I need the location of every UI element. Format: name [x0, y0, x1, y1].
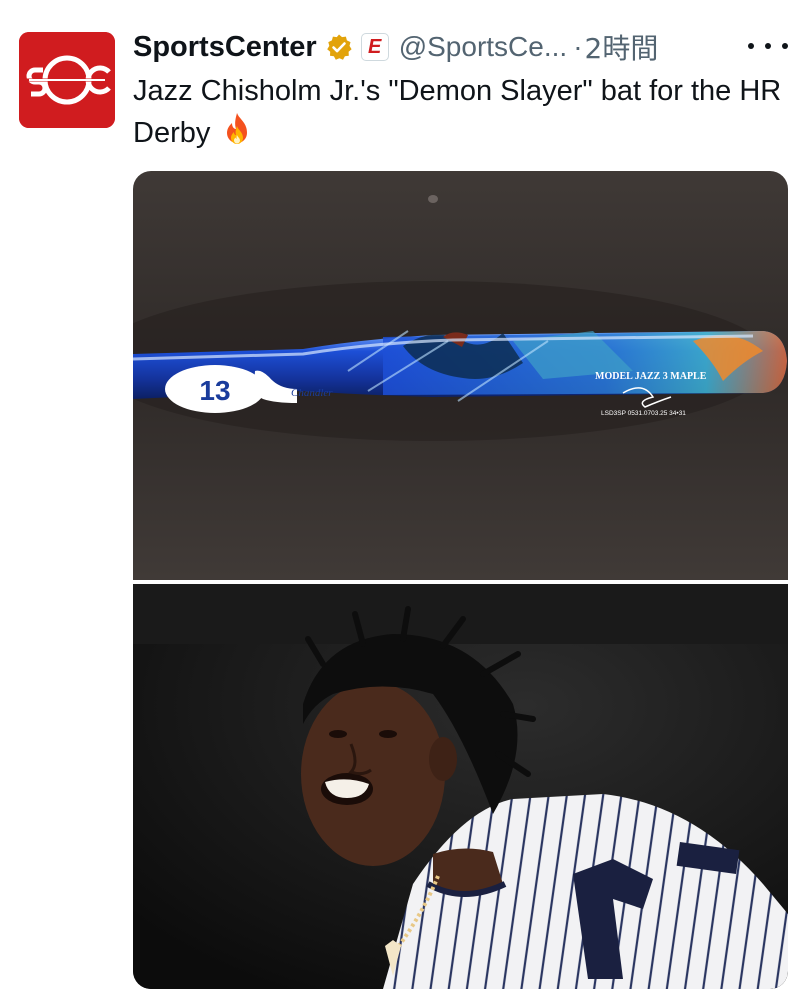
- bat-signature: Chandler: [291, 387, 333, 399]
- separator: ·: [573, 31, 583, 62]
- bat-number: 13: [199, 375, 230, 406]
- fire-icon: [227, 113, 248, 144]
- verified-badge-icon[interactable]: [325, 33, 353, 61]
- more-dot-icon: [765, 43, 771, 49]
- more-options-button[interactable]: [748, 32, 788, 60]
- bat-model: MODEL JAZZ 3 MAPLE: [595, 371, 707, 382]
- tweet-text: Jazz Chisholm Jr.'s "Demon Slayer" bat f…: [133, 70, 793, 154]
- account-handle[interactable]: @SportsCe...: [399, 31, 567, 63]
- tweet-header: SportsCenter E @SportsCe... · 2時間: [133, 28, 793, 66]
- sportscenter-logo-icon: [19, 32, 115, 128]
- affiliate-badge[interactable]: E: [360, 33, 389, 61]
- more-dot-icon: [782, 43, 788, 49]
- tweet-media[interactable]: 13 Chandler MODEL JAZZ 3 MAPLE LSD3SP 05…: [133, 171, 788, 989]
- tweet-card[interactable]: SportsCenter E @SportsCe... · 2時間 Jazz C…: [0, 0, 808, 1000]
- bat-code: LSD3SP 0531.0703.25 34•31: [601, 410, 686, 417]
- account-name[interactable]: SportsCenter: [133, 31, 317, 64]
- avatar[interactable]: [19, 32, 115, 128]
- bat-photo[interactable]: 13 Chandler MODEL JAZZ 3 MAPLE LSD3SP 05…: [133, 171, 788, 580]
- timestamp[interactable]: 2時間: [585, 27, 659, 67]
- player-photo[interactable]: [133, 584, 788, 989]
- more-dot-icon: [748, 43, 754, 49]
- espn-logo-icon: E: [368, 36, 382, 58]
